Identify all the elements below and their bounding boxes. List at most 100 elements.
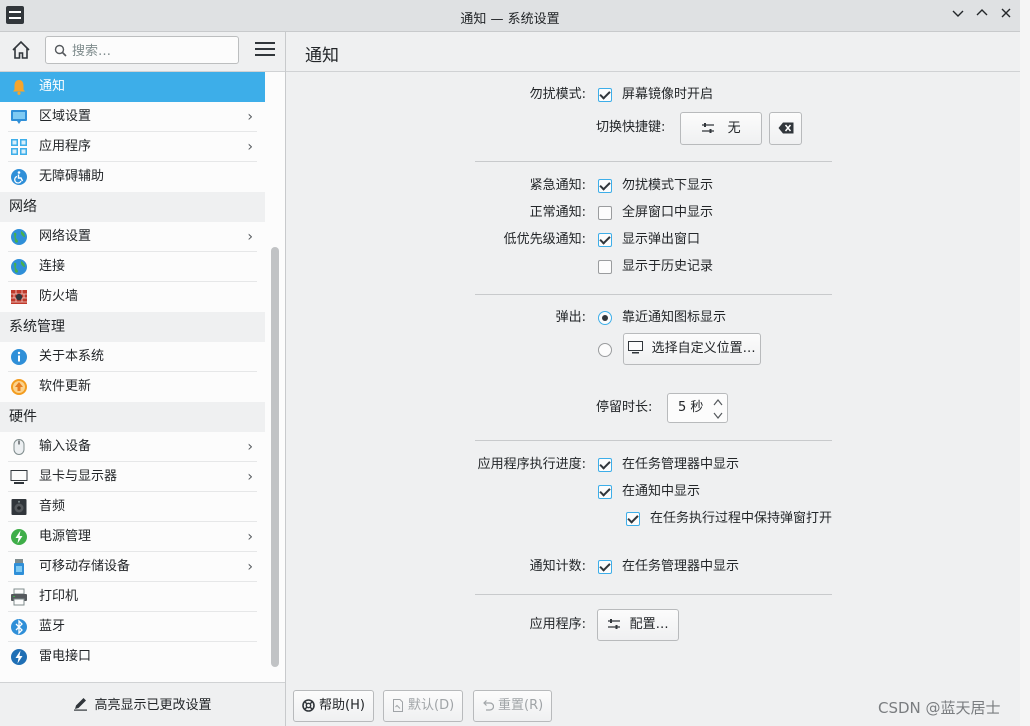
sidebar-item-label: 防火墙 (39, 289, 79, 304)
choose-custom-position-button[interactable]: 选择自定义位置… (623, 333, 761, 365)
sidebar-category-network: 网络 (0, 192, 265, 222)
sidebar-item-label: 电源管理 (39, 529, 92, 544)
bell-icon (13, 80, 25, 95)
spin-up-icon[interactable] (713, 396, 723, 407)
configure-applications-label: 配置… (629, 617, 669, 632)
sidebar-item-about-system[interactable]: 关于本系统 (0, 342, 265, 372)
progress-notification-checkbox[interactable] (598, 485, 612, 499)
progress-row: 应用程序执行进度: 在任务管理器中显示 (286, 453, 1020, 477)
sidebar-item-input-devices[interactable]: 输入设备 › (0, 432, 265, 462)
undo-reset-icon (483, 700, 495, 711)
sidebar-item-network-settings[interactable]: 网络设置 › (0, 222, 265, 252)
hamburger-menu-button[interactable] (255, 42, 275, 60)
close-button[interactable] (997, 6, 1015, 24)
chevron-up-icon (976, 9, 988, 16)
progress-taskmanager-checkbox[interactable] (598, 458, 612, 472)
sidebar-item-thunderbolt[interactable]: 雷电接口 (0, 642, 265, 672)
popup-near-icon-radio[interactable] (598, 311, 612, 325)
highlight-changed-label: 高亮显示已更改设置 (94, 698, 212, 713)
low-popup-checkbox[interactable] (598, 233, 612, 247)
maximize-button[interactable] (973, 6, 991, 24)
dnd-screen-mirror-checkbox[interactable] (598, 88, 612, 102)
title-bar[interactable]: 通知 — 系统设置 (0, 0, 1020, 32)
search-input[interactable] (70, 40, 234, 62)
spin-down-icon[interactable] (713, 411, 723, 422)
sidebar-item-label: 打印机 (39, 589, 79, 604)
main-header: 通知 (286, 32, 1020, 72)
home-button[interactable] (10, 39, 34, 63)
badges-taskmanager-option: 在任务管理器中显示 (622, 559, 740, 574)
progress-keep-open-row: 在任务执行过程中保持弹窗打开 (286, 507, 1020, 531)
section-divider (475, 440, 832, 441)
search-field[interactable] (45, 36, 239, 64)
thunderbolt-icon (11, 649, 27, 665)
critical-dnd-checkbox[interactable] (598, 179, 612, 193)
minimize-button[interactable] (949, 6, 967, 24)
sidebar-header (0, 32, 285, 72)
sidebar-item-label: 软件更新 (39, 379, 92, 394)
popup-custom-position-radio[interactable] (598, 343, 612, 357)
normal-label: 正常通知: (529, 205, 586, 220)
section-divider (475, 161, 832, 162)
sidebar-item-connections[interactable]: 连接 (0, 252, 265, 282)
choose-custom-position-label: 选择自定义位置… (651, 341, 756, 356)
dnd-shortcut-value: 无 (727, 121, 741, 136)
sidebar-item-audio[interactable]: 音频 (0, 492, 265, 522)
sidebar-item-bluetooth[interactable]: 蓝牙 (0, 612, 265, 642)
reset-button[interactable]: 重置(R) (473, 690, 553, 722)
defaults-button[interactable]: 默认(D) (383, 690, 464, 722)
applications-label: 应用程序: (529, 617, 586, 632)
close-icon (1001, 8, 1011, 18)
chevron-down-icon (952, 10, 964, 17)
sidebar-item-label: 通知 (39, 79, 66, 94)
globe-icon (11, 229, 27, 245)
sidebar-item-label: 网络设置 (39, 229, 92, 244)
sidebar-item-power[interactable]: 电源管理 › (0, 522, 265, 552)
monitor-icon (10, 470, 28, 484)
search-icon (54, 44, 67, 57)
normal-fullscreen-checkbox[interactable] (598, 206, 612, 220)
duration-spinbox[interactable]: 5 秒 (667, 393, 728, 423)
low-popup-option: 显示弹出窗口 (622, 232, 701, 247)
critical-row: 紧急通知: 勿扰模式下显示 (286, 174, 1020, 198)
sidebar-item-firewall[interactable]: 防火墙 (0, 282, 265, 312)
dnd-shortcut-button[interactable]: 无 (680, 112, 762, 145)
sidebar-item-region[interactable]: 区域设置 › (0, 102, 265, 132)
badges-label: 通知计数: (529, 559, 586, 574)
sidebar-item-label: 可移动存储设备 (39, 559, 131, 574)
defaults-label: 默认(D) (408, 698, 455, 713)
sidebar-item-label: 蓝牙 (39, 619, 66, 634)
dnd-shortcut-row: 切换快捷键: (286, 116, 1020, 140)
highlight-changed-settings-button[interactable]: 高亮显示已更改设置 (0, 682, 285, 726)
clear-shortcut-button[interactable] (769, 112, 802, 145)
pencil-icon (74, 698, 88, 711)
progress-notification-row: 在通知中显示 (286, 480, 1020, 504)
sidebar-category-system-admin: 系统管理 (0, 312, 265, 342)
page-title: 通知 (305, 46, 339, 66)
sidebar-item-label: 显卡与显示器 (39, 469, 118, 484)
speaker-icon (11, 499, 27, 515)
apps-icon (11, 139, 27, 155)
sidebar-item-accessibility[interactable]: 无障碍辅助 (0, 162, 265, 192)
bluetooth-icon (11, 619, 27, 635)
sidebar-item-notifications[interactable]: 通知 (0, 72, 265, 102)
progress-keep-open-checkbox[interactable] (626, 512, 640, 526)
sidebar-item-printers[interactable]: 打印机 (0, 582, 265, 612)
badges-taskmanager-checkbox[interactable] (598, 560, 612, 574)
spin-arrows[interactable] (712, 396, 724, 426)
normal-fullscreen-option: 全屏窗口中显示 (622, 205, 714, 220)
sidebar-item-display[interactable]: 显卡与显示器 › (0, 462, 265, 492)
sidebar-item-software-update[interactable]: 软件更新 (0, 372, 265, 402)
home-icon (12, 40, 30, 59)
sidebar-scrollbar[interactable] (271, 247, 279, 667)
sidebar-item-removable-storage[interactable]: 可移动存储设备 › (0, 552, 265, 582)
sidebar-item-label: 区域设置 (39, 109, 92, 124)
document-defaults-icon (393, 699, 403, 712)
system-settings-window: 通知 — 系统设置 搜索… 通知 区域设置 › 应用程序 › 无障碍辅助 网络 … (0, 0, 1021, 726)
configure-applications-button[interactable]: 配置… (597, 609, 679, 641)
sidebar-item-applications[interactable]: 应用程序 › (0, 132, 265, 162)
help-button[interactable]: 帮助(H) (293, 690, 374, 722)
chevron-right-icon: › (247, 529, 253, 545)
low-history-checkbox[interactable] (598, 260, 612, 274)
normal-row: 正常通知: 全屏窗口中显示 (286, 201, 1020, 225)
